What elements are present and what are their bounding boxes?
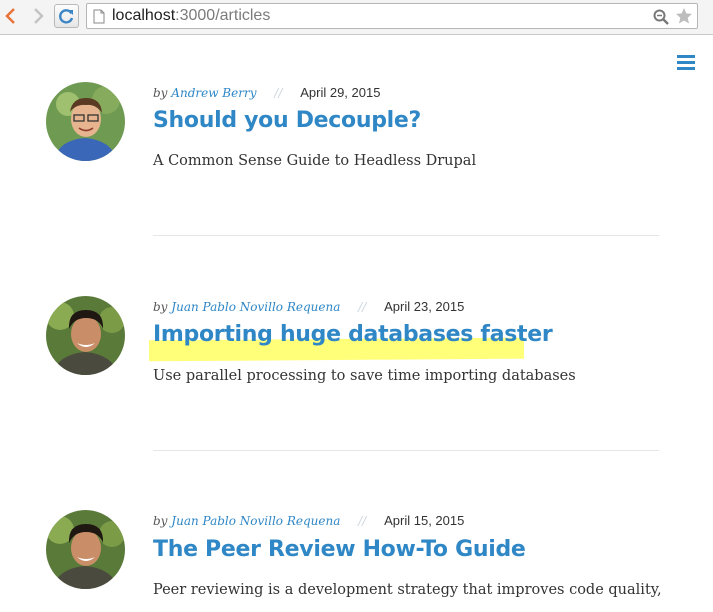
author-link[interactable]: Juan Pablo Novillo Requena <box>171 514 340 528</box>
browser-toolbar: localhost:3000/articles <box>0 0 713 35</box>
bookmark-star-icon[interactable] <box>675 7 693 25</box>
article-divider <box>153 235 659 236</box>
address-bar[interactable]: localhost:3000/articles <box>86 3 698 29</box>
author-avatar <box>46 510 125 589</box>
menu-icon-bar <box>677 55 695 58</box>
article-summary: A Common Sense Guide to Headless Drupal <box>153 153 477 169</box>
article-summary: Use parallel processing to save time imp… <box>153 368 576 384</box>
forward-arrow-icon[interactable] <box>29 7 47 25</box>
back-arrow-icon[interactable] <box>2 7 20 25</box>
url-host: localhost <box>112 7 176 24</box>
author-link[interactable]: Andrew Berry <box>171 86 256 100</box>
author-avatar <box>46 296 125 375</box>
meta-separator: // <box>358 300 367 314</box>
author-avatar <box>46 82 125 161</box>
byline-prefix: by <box>153 300 168 314</box>
author-link[interactable]: Juan Pablo Novillo Requena <box>171 300 340 314</box>
reload-button[interactable] <box>54 4 79 28</box>
url-path: :3000/articles <box>175 7 271 24</box>
byline-prefix: by <box>153 514 168 528</box>
article-meta: by Juan Pablo Novillo Requena // April 2… <box>153 299 464 314</box>
reload-icon <box>59 9 74 24</box>
meta-separator: // <box>274 86 283 100</box>
zoom-icon[interactable] <box>653 9 669 25</box>
meta-separator: // <box>358 514 367 528</box>
article-summary: Peer reviewing is a development strategy… <box>153 582 662 598</box>
publish-date: April 29, 2015 <box>300 85 381 100</box>
article-title-link[interactable]: The Peer Review How-To Guide <box>153 537 526 562</box>
page-icon <box>93 9 105 24</box>
article-meta: by Andrew Berry // April 29, 2015 <box>153 85 380 100</box>
menu-icon-bar <box>677 67 695 70</box>
article-meta: by Juan Pablo Novillo Requena // April 1… <box>153 513 464 528</box>
byline-prefix: by <box>153 86 168 100</box>
url-text[interactable]: localhost:3000/articles <box>112 7 270 25</box>
menu-icon-bar <box>677 61 695 64</box>
article-title-link[interactable]: Importing huge databases faster <box>153 322 553 347</box>
article-divider <box>153 450 659 451</box>
publish-date: April 15, 2015 <box>384 513 465 528</box>
menu-button[interactable] <box>677 55 695 70</box>
article-title-link[interactable]: Should you Decouple? <box>153 108 421 133</box>
publish-date: April 23, 2015 <box>384 299 465 314</box>
